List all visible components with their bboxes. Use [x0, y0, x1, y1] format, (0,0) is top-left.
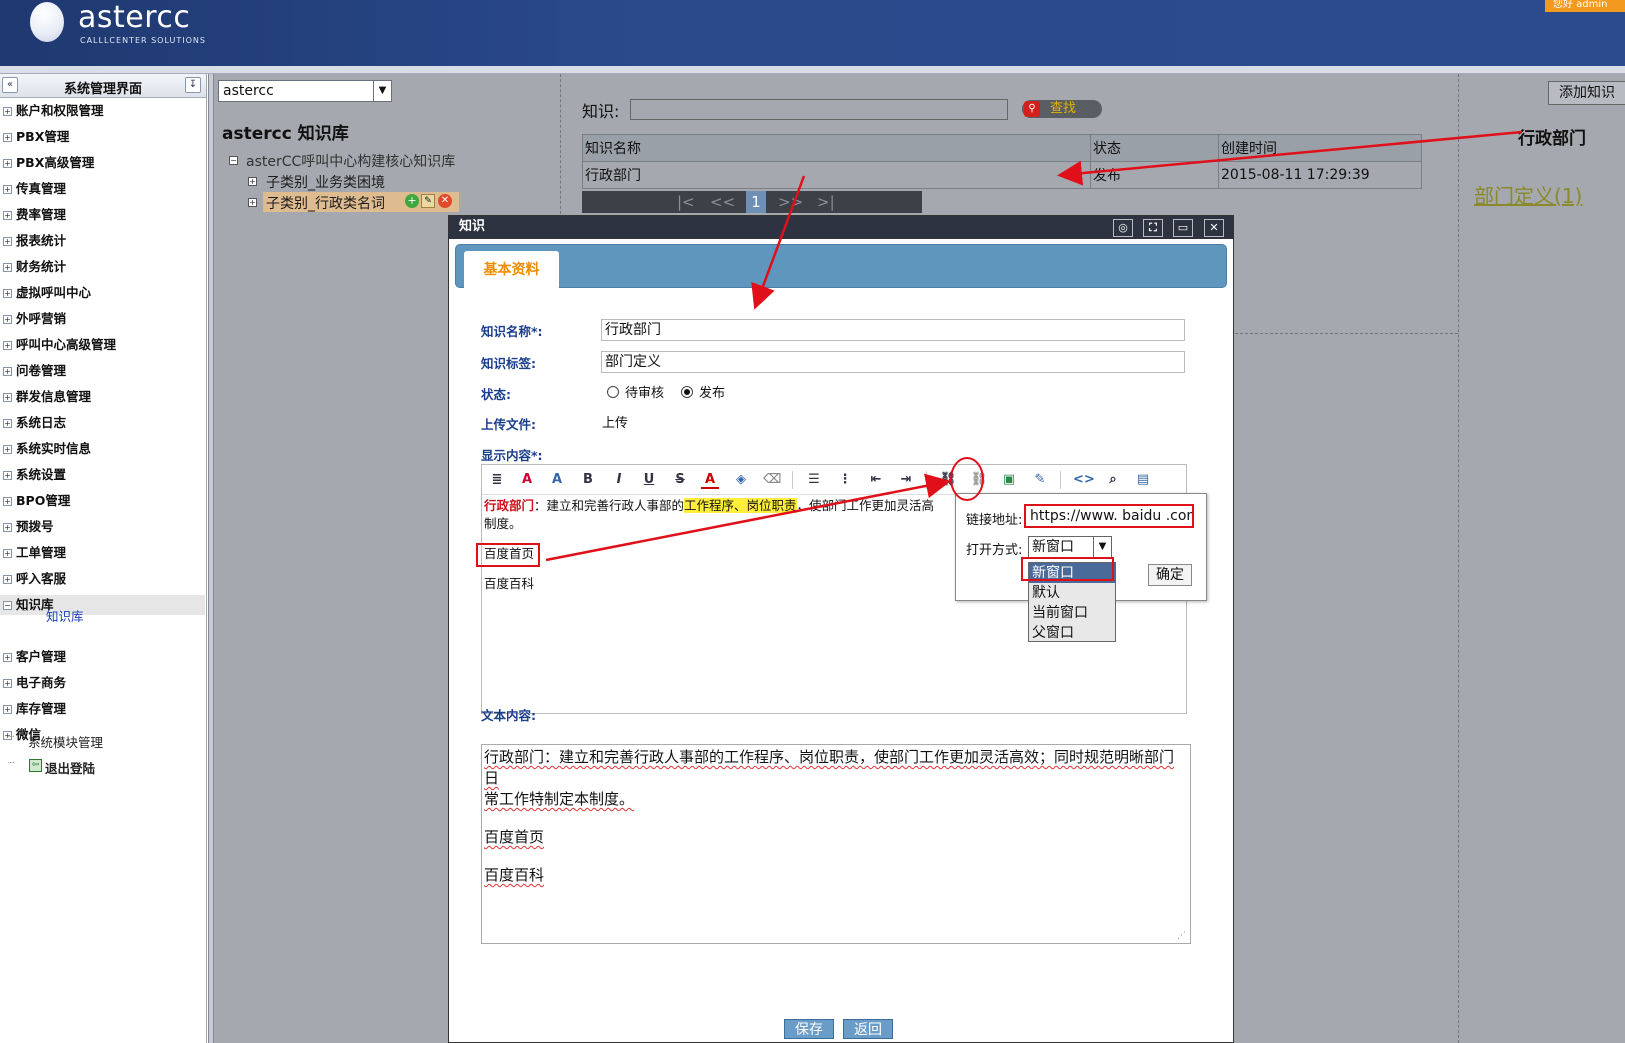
- annotation-arrow: [545, 473, 951, 562]
- annotation-arrow: [1057, 130, 1523, 186]
- annotation-arrow: [751, 175, 806, 310]
- annotation-arrows: [545, 130, 1523, 562]
